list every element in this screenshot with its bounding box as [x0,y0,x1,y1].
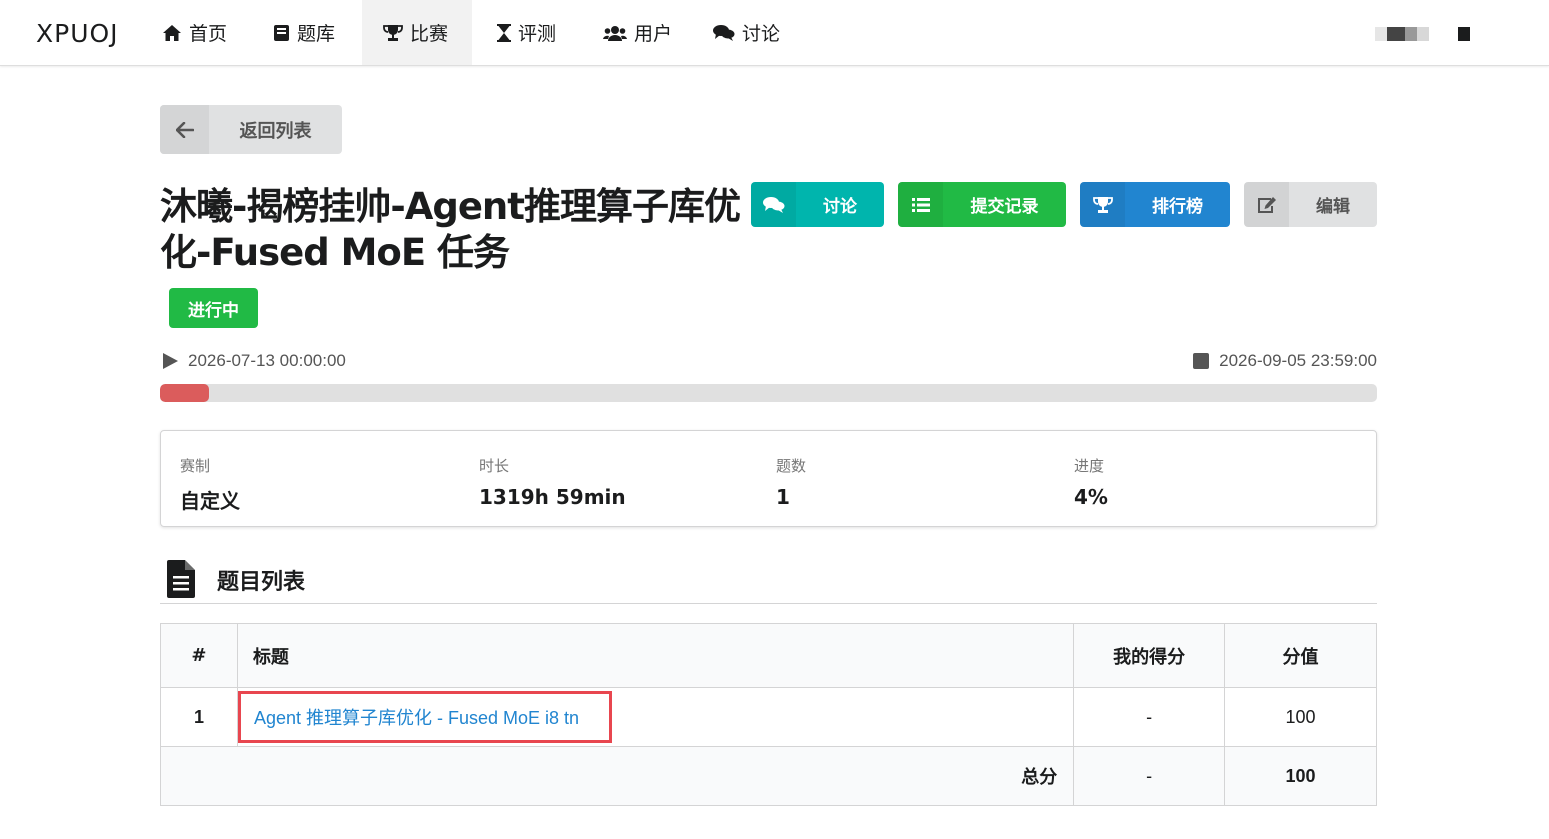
status-badge: 进行中 [169,288,258,328]
col-title-header: 标题 [236,623,1075,688]
problem-points: 100 [1224,687,1377,747]
total-row: 总分 - 100 [159,746,1377,806]
top-navbar: XPUOJ 首页 题库 比赛 评测 用户 讨论 [0,0,1549,66]
stat-problem-count-key: 题数 [776,457,807,475]
arrow-left-icon [160,105,209,154]
stat-problem-count-value: 1 [776,485,790,509]
user-avatar[interactable] [1375,27,1429,41]
hourglass-icon [497,23,511,42]
contest-title: 沐曦-揭榜挂帅-Agent推理算子库优化-Fused MoE 任务 [160,185,741,274]
nav-contests-label: 比赛 [410,23,449,45]
contest-start-time: 2026-07-13 00:00:00 [162,351,346,371]
problem-my-score: - [1073,687,1226,747]
edit-label: 编辑 [1316,197,1350,217]
stat-format-key: 赛制 [180,457,211,475]
list-icon [898,182,943,227]
nav-discuss[interactable]: 讨论 [692,0,801,65]
brand-logo[interactable]: XPUOJ [36,19,119,48]
problem-list-title: 题目列表 [217,570,306,595]
end-time-text: 2026-09-05 23:59:00 [1219,351,1377,370]
discuss-button[interactable]: 讨论 [751,182,884,227]
nav-problems[interactable]: 题库 [252,0,356,65]
user-menu-icon[interactable] [1458,27,1470,41]
back-to-list-label: 返回列表 [239,120,312,142]
contest-info-card: 赛制 自定义 时长 1319h 59min 题数 1 进度 4% [160,430,1377,527]
stat-format: 赛制 自定义 [180,455,240,514]
stat-progress-value: 4% [1074,485,1108,509]
stat-progress: 进度 4% [1074,455,1108,509]
trophy-icon [1080,182,1125,227]
stat-problem-count: 题数 1 [776,455,806,509]
nav-users[interactable]: 用户 [582,0,693,65]
back-to-list-button[interactable]: 返回列表 [160,105,342,154]
start-time-text: 2026-07-13 00:00:00 [188,351,346,370]
ranklist-label: 排行榜 [1152,197,1203,217]
edit-button[interactable]: 编辑 [1244,182,1377,227]
stat-duration-key: 时长 [479,457,510,475]
users-icon [603,25,627,41]
ranklist-button[interactable]: 排行榜 [1080,182,1230,227]
table-row: 1 Agent 推理算子库优化 - Fused MoE i8 tn - 100 [160,687,1377,747]
submissions-button[interactable]: 提交记录 [898,182,1066,227]
nav-status[interactable]: 评测 [476,0,577,65]
book-icon [274,24,289,41]
problem-list-header: 题目列表 [160,558,1377,604]
nav-discuss-label: 讨论 [742,23,781,45]
problem-title-link[interactable]: Agent 推理算子库优化 - Fused MoE i8 tn [237,691,613,743]
col-my-score-header: 我的得分 [1073,623,1226,688]
file-text-icon [167,560,195,598]
contest-progress-bar [160,384,1377,402]
nav-home[interactable]: 首页 [141,0,248,65]
total-my-score: - [1073,746,1226,806]
comments-icon [713,24,735,41]
problem-table: # 标题 我的得分 分值 1 Agent 推理算子库优化 - Fused MoE… [159,623,1377,806]
edit-icon [1244,182,1289,227]
contest-end-time: 2026-09-05 23:59:00 [1193,351,1377,371]
problem-title-cell: Agent 推理算子库优化 - Fused MoE i8 tn [236,687,1075,747]
stat-duration-value: 1319h 59min [479,485,626,509]
table-header-row: # 标题 我的得分 分值 [160,623,1377,688]
stat-duration: 时长 1319h 59min [479,455,626,509]
discuss-label: 讨论 [823,197,857,217]
play-icon [163,353,178,369]
trophy-icon [383,24,403,41]
stat-format-value: 自定义 [180,489,240,513]
nav-contests[interactable]: 比赛 [362,0,472,65]
submissions-label: 提交记录 [970,197,1039,217]
home-icon [163,24,181,41]
problem-num: 1 [160,687,238,747]
nav-users-label: 用户 [634,23,673,45]
total-label: 总分 [159,746,1075,806]
stop-icon [1193,353,1210,369]
stat-progress-key: 进度 [1074,457,1105,475]
comments-icon [751,182,796,227]
nav-problems-label: 题库 [297,23,336,45]
nav-status-label: 评测 [518,23,557,45]
col-points-header: 分值 [1224,623,1377,688]
nav-home-label: 首页 [189,23,228,45]
total-points: 100 [1224,746,1377,806]
progress-fill [160,384,209,402]
col-num-header: # [160,623,238,688]
